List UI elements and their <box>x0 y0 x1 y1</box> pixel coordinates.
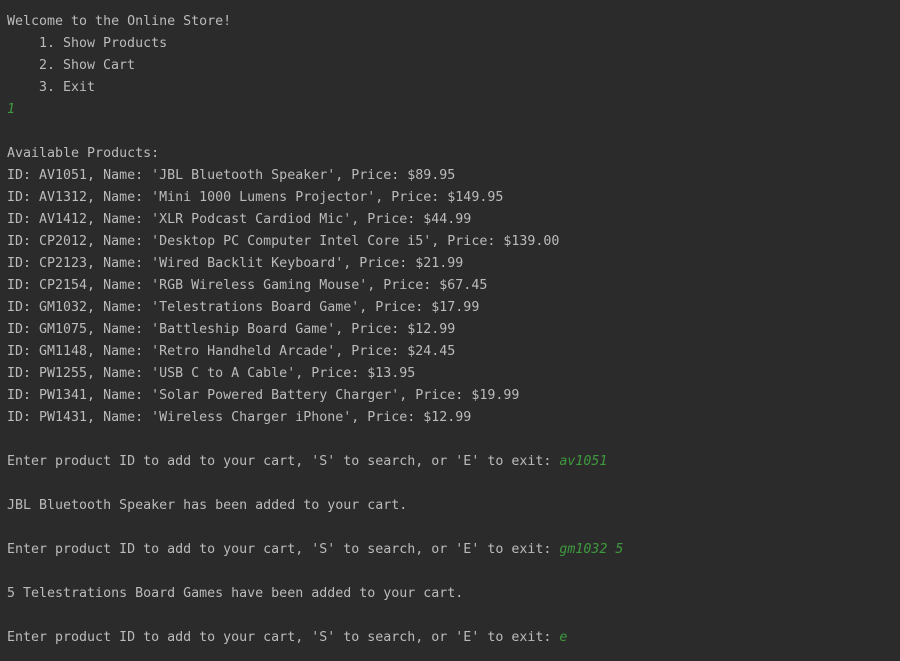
product-line: ID: AV1051, Name: 'JBL Bluetooth Speaker… <box>7 168 456 183</box>
prompt-line: Enter product ID to add to your cart, 'S… <box>7 451 900 473</box>
product-line: ID: PW1255, Name: 'USB C to A Cable', Pr… <box>7 366 416 381</box>
cart-message-2: 5 Telestrations Board Games have been ad… <box>7 586 464 601</box>
prompt-line: Enter product ID to add to your cart, 'S… <box>7 539 900 561</box>
product-line: ID: AV1312, Name: 'Mini 1000 Lumens Proj… <box>7 190 504 205</box>
menu-item-exit: 3. Exit <box>39 80 96 95</box>
menu-item-show-products: 1. Show Products <box>39 36 168 51</box>
console-output[interactable]: Welcome to the Online Store! 1. Show Prod… <box>0 0 900 661</box>
product-line: ID: GM1148, Name: 'Retro Handheld Arcade… <box>7 344 456 359</box>
product-line: ID: CP2154, Name: 'RGB Wireless Gaming M… <box>7 278 488 293</box>
prompt-text: Enter product ID to add to your cart, 'S… <box>7 542 560 557</box>
user-input-1: av1051 <box>559 454 608 469</box>
user-input-2: gm1032 5 <box>559 542 624 557</box>
menu-choice-input: 1 <box>7 102 16 117</box>
product-line: ID: PW1431, Name: 'Wireless Charger iPho… <box>7 410 472 425</box>
product-line: ID: GM1032, Name: 'Telestrations Board G… <box>7 300 480 315</box>
product-line: ID: CP2012, Name: 'Desktop PC Computer I… <box>7 234 560 249</box>
product-line: ID: GM1075, Name: 'Battleship Board Game… <box>7 322 456 337</box>
product-line: ID: CP2123, Name: 'Wired Backlit Keyboar… <box>7 256 464 271</box>
cart-message-1: JBL Bluetooth Speaker has been added to … <box>7 498 408 513</box>
products-header: Available Products: <box>7 146 160 161</box>
welcome-line: Welcome to the Online Store! <box>7 14 232 29</box>
product-line: ID: PW1341, Name: 'Solar Powered Battery… <box>7 388 520 403</box>
prompt-line: Enter product ID to add to your cart, 'S… <box>7 627 900 649</box>
product-line: ID: AV1412, Name: 'XLR Podcast Cardiod M… <box>7 212 472 227</box>
prompt-text: Enter product ID to add to your cart, 'S… <box>7 630 560 645</box>
user-input-3[interactable]: e <box>559 630 567 645</box>
menu-item-show-cart: 2. Show Cart <box>39 58 136 73</box>
prompt-text: Enter product ID to add to your cart, 'S… <box>7 454 560 469</box>
